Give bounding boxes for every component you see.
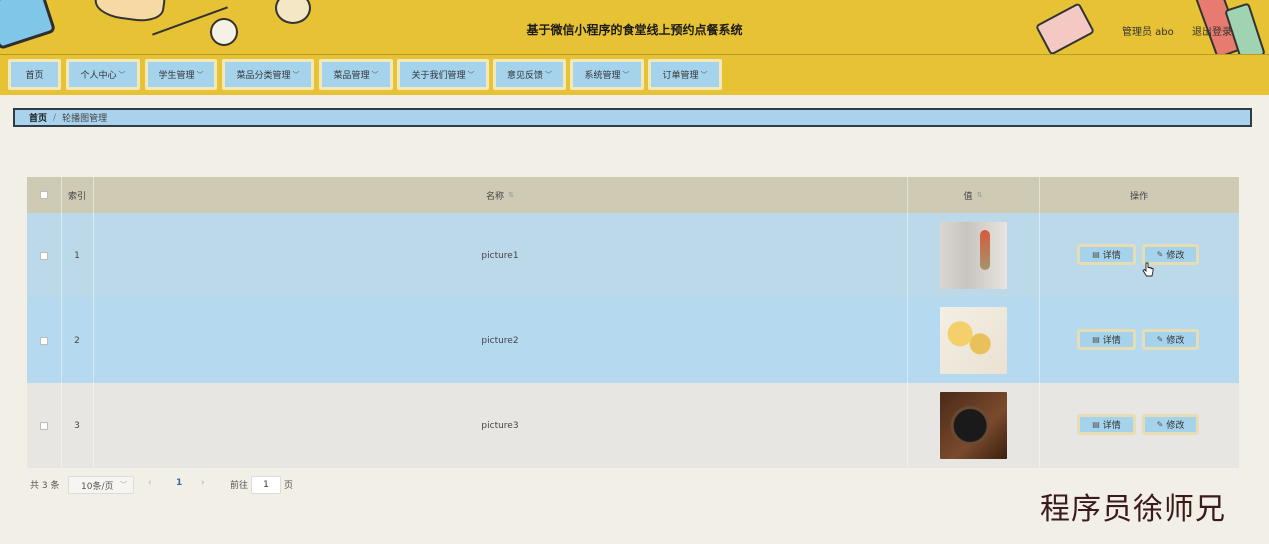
detail-button-label: 详情 [1102, 421, 1121, 431]
chevron-down-icon: ﹀ [292, 70, 300, 79]
detail-button-label: 详情 [1102, 336, 1121, 346]
column-header-label: 值 [963, 191, 973, 202]
next-page-button[interactable]: › [201, 478, 205, 488]
nav-item-student-management[interactable]: 学生管理 ﹀ [145, 59, 217, 90]
document-icon: ▤ [1092, 420, 1100, 429]
breadcrumb-home[interactable]: 首页 [29, 111, 47, 124]
document-icon: ▤ [1092, 250, 1100, 259]
edit-button-label: 修改 [1166, 421, 1185, 431]
goto-label: 前往 [230, 481, 249, 491]
breadcrumb: 首页 / 轮播图管理 [13, 108, 1252, 127]
column-header-value[interactable]: 值 ⇅ [907, 177, 1039, 213]
nav-item-feedback[interactable]: 意见反馈 ﹀ [493, 59, 566, 90]
row-index: 2 [74, 335, 80, 346]
chevron-down-icon: ﹀ [118, 70, 126, 79]
detail-button[interactable]: ▤ 详情 [1077, 329, 1136, 350]
row-checkbox[interactable] [40, 336, 48, 345]
nav-item-dish-category-management[interactable]: 菜品分类管理 ﹀ [222, 59, 314, 90]
page-size-select[interactable]: 10条/页 ﹀ [68, 476, 134, 494]
edit-button[interactable]: ✎ 修改 [1142, 414, 1199, 435]
chevron-down-icon: ﹀ [120, 481, 127, 489]
nav-item-label: 系统管理 [584, 71, 621, 81]
nav-item-personal-center[interactable]: 个人中心 ﹀ [66, 59, 140, 90]
edit-button-label: 修改 [1166, 251, 1185, 261]
column-header-actions: 操作 [1129, 191, 1148, 202]
edit-button-label: 修改 [1166, 336, 1185, 346]
table-row: 3 picture3 ▤ 详情 ✎ 修改 [27, 383, 1239, 468]
chevron-down-icon: ﹀ [545, 70, 552, 79]
row-checkbox[interactable] [40, 251, 48, 260]
column-divider [93, 177, 94, 467]
chevron-down-icon: ﹀ [371, 70, 379, 79]
nav-item-label: 关于我们管理 [411, 71, 466, 81]
page-size-value: 10条/页 [81, 481, 114, 492]
table-row: 1 picture1 ▤ 详情 ✎ 修改 [27, 213, 1239, 298]
document-icon: ▤ [1092, 335, 1100, 344]
detail-button-label: 详情 [1102, 251, 1121, 261]
pencil-icon: ✎ [1156, 250, 1164, 259]
logout-link[interactable]: 退出登录 [1192, 23, 1232, 38]
prev-page-button[interactable]: ‹ [148, 478, 152, 488]
detail-button[interactable]: ▤ 详情 [1077, 244, 1136, 265]
admin-username: 管理员 abo [1122, 27, 1174, 38]
sort-icon: ⇅ [508, 191, 514, 199]
row-name: picture2 [481, 335, 519, 346]
image-thumbnail[interactable] [939, 392, 1007, 459]
column-divider [61, 177, 62, 467]
nav-item-order-management[interactable]: 订单管理 ﹀ [648, 59, 722, 90]
nav-item-label: 订单管理 [662, 71, 699, 81]
nav-item-label: 个人中心 [80, 71, 117, 81]
pencil-icon: ✎ [1156, 420, 1164, 429]
column-header-label: 名称 [486, 191, 505, 202]
row-index: 1 [74, 250, 80, 261]
row-name: picture3 [481, 420, 519, 431]
nav-item-label: 学生管理 [158, 71, 195, 81]
watermark-text: 程序员徐师兄 [1040, 492, 1226, 527]
pagination-total: 共 3 条 [30, 481, 60, 491]
column-header-name[interactable]: 名称 ⇅ [93, 177, 907, 213]
header-bar: 基于微信小程序的食堂线上预约点餐系统 管理员 abo 退出登录 [0, 0, 1269, 55]
hand-cursor-icon [1142, 262, 1154, 277]
nav-item-about-us-management[interactable]: 关于我们管理 ﹀ [397, 59, 489, 90]
column-header-index: 索引 [67, 191, 86, 202]
nav-item-label: 菜品管理 [333, 71, 370, 81]
goto-page-input[interactable] [251, 476, 281, 494]
image-thumbnail[interactable] [939, 307, 1007, 374]
data-table: 索引 名称 ⇅ 值 ⇅ 操作 1 picture1 ▤ 详情 ✎ 修改 2 pictur… [27, 177, 1239, 468]
page-number-current[interactable]: 1 [176, 478, 182, 488]
select-all-checkbox[interactable] [40, 191, 48, 199]
column-divider [907, 177, 908, 467]
nav-item-dish-management[interactable]: 菜品管理 ﹀ [319, 59, 393, 90]
breadcrumb-separator: / [53, 112, 57, 123]
nav-item-system-management[interactable]: 系统管理 ﹀ [570, 59, 644, 90]
detail-button[interactable]: ▤ 详情 [1077, 414, 1136, 435]
pencil-icon: ✎ [1156, 335, 1164, 344]
table-header: 索引 名称 ⇅ 值 ⇅ 操作 [27, 177, 1239, 213]
row-checkbox[interactable] [40, 421, 48, 430]
row-index: 3 [74, 420, 80, 431]
breadcrumb-current: 轮播图管理 [62, 114, 108, 124]
chevron-down-icon: ﹀ [700, 70, 708, 79]
row-name: picture1 [481, 250, 519, 261]
page-title: 基于微信小程序的食堂线上预约点餐系统 [526, 23, 743, 37]
nav-item-home[interactable]: 首页 [8, 59, 61, 90]
edit-button[interactable]: ✎ 修改 [1142, 329, 1199, 350]
column-divider [1039, 177, 1040, 467]
nav-item-label: 意见反馈 [506, 71, 543, 81]
page-suffix-label: 页 [284, 481, 294, 491]
chevron-down-icon: ﹀ [622, 70, 630, 79]
chevron-down-icon: ﹀ [196, 70, 204, 79]
nav-item-label: 菜品分类管理 [236, 71, 291, 81]
image-thumbnail[interactable] [939, 222, 1007, 289]
table-row: 2 picture2 ▤ 详情 ✎ 修改 [27, 298, 1239, 383]
main-navigation: 首页 个人中心 ﹀ 学生管理 ﹀ 菜品分类管理 ﹀ 菜品管理 ﹀ 关于我们管理 ﹀ 意见反… [0, 55, 1269, 95]
nav-item-label: 首页 [25, 71, 44, 81]
chevron-down-icon: ﹀ [467, 70, 475, 79]
sort-icon: ⇅ [976, 191, 983, 199]
